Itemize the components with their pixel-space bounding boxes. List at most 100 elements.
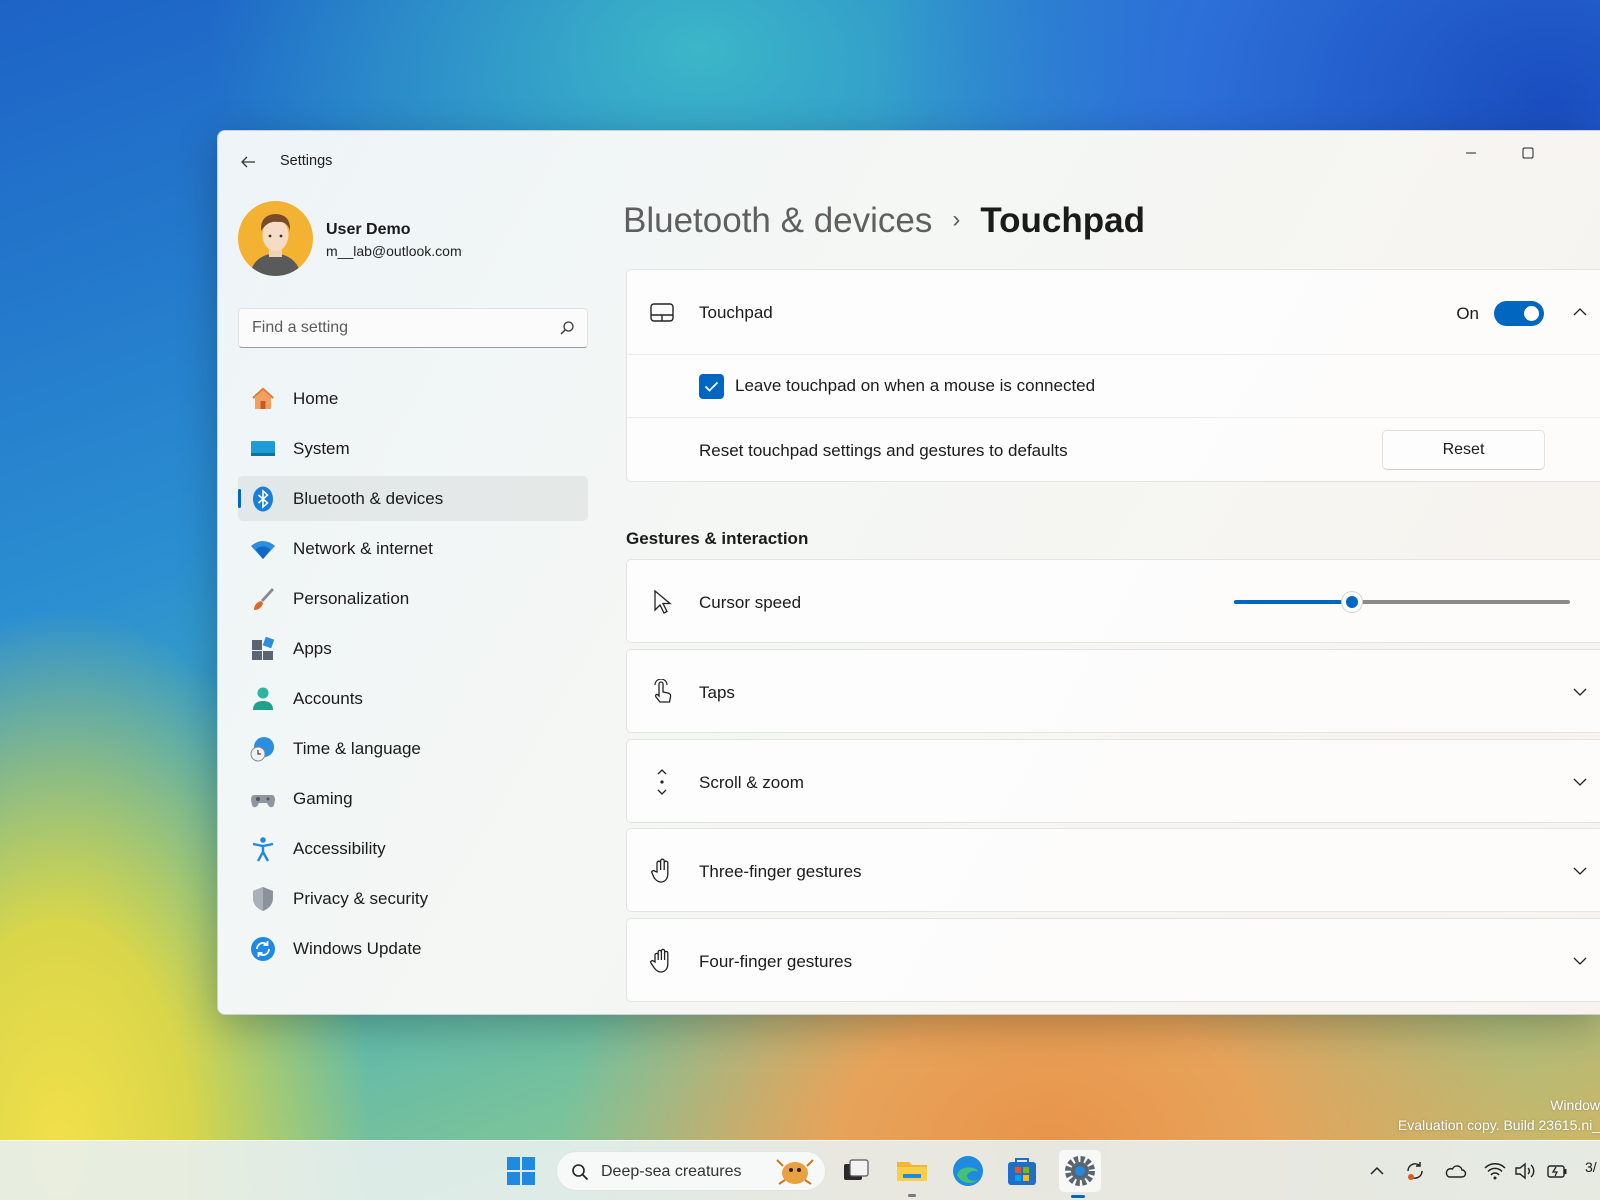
avatar: [238, 201, 313, 276]
three-finger-label: Three-finger gestures: [699, 862, 862, 881]
sidebar-nav: Home System Bluetooth & devices Network …: [238, 376, 588, 976]
sidebar-item-personalization[interactable]: Personalization: [238, 576, 588, 621]
sidebar-item-windows-update[interactable]: Windows Update: [238, 926, 588, 971]
volume-icon[interactable]: [1513, 1159, 1537, 1183]
search-icon[interactable]: [559, 320, 575, 336]
sidebar-item-network[interactable]: Network & internet: [238, 526, 588, 571]
sidebar-item-home[interactable]: Home: [238, 376, 588, 421]
toggle-state-text: On: [1456, 304, 1479, 323]
leave-touchpad-on-checkbox[interactable]: [699, 374, 724, 399]
maximize-icon: [1522, 147, 1534, 159]
search-highlight-icon: [776, 1159, 814, 1185]
sidebar-item-label: Windows Update: [293, 939, 422, 958]
search-icon: [572, 1164, 589, 1181]
checkmark-icon: [704, 381, 719, 392]
leave-touchpad-on-label[interactable]: Leave touchpad on when a mouse is connec…: [735, 376, 1095, 396]
wifi-icon[interactable]: [1483, 1159, 1507, 1183]
taps-label: Taps: [699, 683, 735, 702]
slider-thumb[interactable]: [1341, 592, 1362, 612]
edge-icon[interactable]: [950, 1153, 986, 1189]
taps-card[interactable]: Taps: [626, 649, 1600, 733]
sidebar-item-label: Accounts: [293, 689, 363, 708]
section-title: Gestures & interaction: [626, 529, 809, 548]
touchpad-card: Touchpad On Leave touchpad on when a mou…: [626, 269, 1600, 482]
file-explorer-icon: [897, 1162, 927, 1181]
breadcrumb-parent[interactable]: Bluetooth & devices: [623, 201, 932, 240]
back-arrow-icon: [241, 156, 255, 168]
three-finger-icon: [651, 858, 669, 883]
watermark-line2: Evaluation copy. Build 23615.ni_: [1397, 1117, 1600, 1133]
four-finger-label: Four-finger gestures: [699, 952, 853, 971]
chevron-up-icon[interactable]: [1365, 1159, 1389, 1183]
taskbar: Deep-sea creatures 3/: [0, 1140, 1600, 1200]
leave-touchpad-on-row: Leave touchpad on when a mouse is connec…: [627, 355, 1600, 418]
touchpad-label: Touchpad: [699, 303, 773, 322]
search-box[interactable]: [238, 308, 588, 348]
clock-text[interactable]: 3/: [1585, 1159, 1597, 1175]
battery-icon[interactable]: [1545, 1159, 1569, 1183]
user-name: User Demo: [326, 221, 411, 238]
chevron-down-icon[interactable]: [1571, 773, 1589, 791]
four-finger-card[interactable]: Four-finger gestures: [626, 918, 1600, 1002]
sidebar-item-accounts[interactable]: Accounts: [238, 676, 588, 721]
cursor-speed-slider[interactable]: [1234, 592, 1570, 612]
chevron-down-icon[interactable]: [1571, 952, 1589, 970]
wifi-icon: [251, 541, 275, 559]
slider-fill: [1234, 600, 1352, 604]
minimize-button[interactable]: [1448, 139, 1494, 169]
window-title: Settings: [280, 153, 333, 169]
time-language-icon: [250, 737, 274, 762]
sidebar-item-system[interactable]: System: [238, 426, 588, 471]
settings-window: Settings User Demo m__lab@outlook.com Fi…: [217, 130, 1600, 1015]
minimize-icon: [1466, 152, 1476, 154]
breadcrumb-separator: ›: [952, 206, 961, 233]
sidebar-item-label: Privacy & security: [293, 889, 429, 908]
bluetooth-icon: [253, 486, 273, 512]
title-bar: Settings: [218, 131, 1600, 191]
chevron-up-icon[interactable]: [1571, 303, 1589, 321]
reset-button[interactable]: Reset: [1382, 430, 1545, 470]
taskbar-search-text: Deep-sea creatures: [601, 1163, 742, 1180]
chevron-down-icon[interactable]: [1571, 683, 1589, 701]
taskbar-search[interactable]: Deep-sea creatures: [556, 1151, 826, 1191]
sidebar-item-apps[interactable]: Apps: [238, 626, 588, 671]
settings-icon: [1065, 1156, 1095, 1186]
sidebar-item-accessibility[interactable]: Accessibility: [238, 826, 588, 871]
sync-icon[interactable]: [1403, 1159, 1427, 1183]
reset-description: Reset touchpad settings and gestures to …: [699, 441, 1068, 460]
cursor-icon: [654, 589, 672, 614]
user-card[interactable]: User Demo m__lab@outlook.com: [238, 201, 598, 279]
sidebar-item-label: System: [293, 439, 350, 458]
sidebar-item-label: Personalization: [293, 589, 410, 608]
home-icon: [252, 387, 274, 409]
cursor-speed-label: Cursor speed: [699, 593, 802, 612]
sidebar-item-bluetooth-devices[interactable]: Bluetooth & devices: [238, 476, 588, 521]
windows-start-icon[interactable]: [505, 1155, 537, 1187]
reset-row: Reset touchpad settings and gestures to …: [627, 418, 1600, 481]
task-view-icon[interactable]: [838, 1153, 874, 1189]
chevron-down-icon[interactable]: [1571, 862, 1589, 880]
scroll-zoom-card[interactable]: Scroll & zoom: [626, 739, 1600, 823]
back-button[interactable]: [232, 149, 264, 175]
file-explorer-app[interactable]: [894, 1153, 930, 1197]
accounts-icon: [253, 687, 273, 710]
sidebar-item-label: Gaming: [293, 789, 353, 808]
page-title: Touchpad: [980, 201, 1145, 240]
touchpad-toggle[interactable]: [1494, 301, 1544, 326]
touchpad-icon: [650, 303, 674, 322]
sidebar-item-privacy[interactable]: Privacy & security: [238, 876, 588, 921]
settings-app[interactable]: [1059, 1150, 1101, 1198]
evaluation-watermark: Window Evaluation copy. Build 23615.ni_: [1398, 1095, 1600, 1135]
touchpad-toggle-row[interactable]: Touchpad On: [627, 270, 1600, 355]
system-icon: [251, 441, 275, 456]
search-input[interactable]: [252, 309, 542, 347]
watermark-line1: Window: [1550, 1097, 1600, 1113]
three-finger-card[interactable]: Three-finger gestures: [626, 828, 1600, 912]
tap-icon: [654, 679, 672, 703]
maximize-button[interactable]: [1505, 139, 1551, 169]
store-icon[interactable]: [1004, 1153, 1040, 1189]
sidebar-item-label: Home: [293, 389, 339, 408]
sidebar-item-time-language[interactable]: Time & language: [238, 726, 588, 771]
onedrive-icon[interactable]: [1443, 1159, 1467, 1183]
sidebar-item-gaming[interactable]: Gaming: [238, 776, 588, 821]
